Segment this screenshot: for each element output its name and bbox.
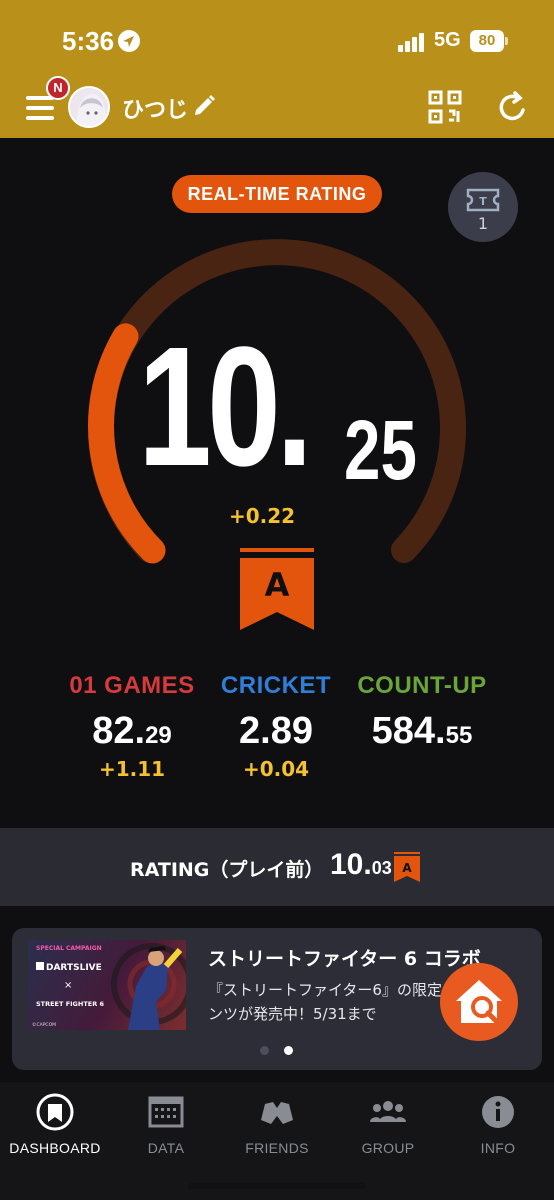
data-icon (148, 1096, 184, 1128)
stat-value: 584.55 (371, 710, 473, 752)
network-type: 5G (434, 29, 461, 51)
friends-icon (261, 1102, 293, 1124)
svg-text:SPECIAL CAMPAIGN: SPECIAL CAMPAIGN (36, 945, 102, 952)
username[interactable]: ひつじ (122, 92, 188, 124)
tab-info[interactable]: INFO (443, 1092, 553, 1156)
rating-delta: +0.22 (228, 504, 296, 528)
refresh-icon[interactable] (496, 90, 530, 124)
avatar-image-icon (70, 88, 108, 126)
svg-text:DARTSLIVE: DARTSLIVE (46, 963, 102, 973)
status-time: 5:36 (62, 26, 115, 56)
realtime-rating-label: REAL-TIME RATING (172, 175, 382, 213)
menu-button[interactable] (26, 96, 54, 120)
svg-text:STREET FIGHTER 6: STREET FIGHTER 6 (36, 1000, 104, 1008)
pencil-icon[interactable] (192, 94, 216, 118)
avatar[interactable] (68, 86, 110, 128)
location-arrow-icon (118, 30, 140, 52)
carousel-dot-active[interactable] (284, 1046, 293, 1055)
app-header: N ひつじ (0, 76, 554, 138)
qr-code-icon[interactable] (428, 90, 462, 124)
home-search-icon (456, 980, 502, 1024)
svg-text:©CAPCOM: ©CAPCOM (32, 1021, 56, 1028)
group-icon (370, 1101, 406, 1122)
battery-tip (505, 37, 508, 45)
tab-group[interactable]: GROUP (333, 1092, 443, 1156)
stat-cricket[interactable]: CRICKET 2.89 +0.04 (196, 672, 356, 781)
shop-search-button[interactable] (440, 963, 518, 1041)
pre-play-rating-label: RATING（プレイ前） (130, 859, 324, 881)
carousel-dot[interactable] (260, 1046, 269, 1055)
class-letter: A (264, 566, 290, 604)
stat-01-games[interactable]: 01 GAMES 82.29 +1.11 (52, 672, 212, 781)
stat-count-up[interactable]: COUNT-UP 584.55 (342, 672, 502, 757)
battery-level: 80 (470, 30, 504, 52)
tab-dashboard[interactable]: DASHBOARD (0, 1092, 110, 1156)
pre-play-rating-bar[interactable]: RATING（プレイ前） 10.03 A (0, 828, 554, 906)
pre-play-rating-value: 10.03 (330, 848, 392, 881)
status-bar: 5:36 5G 80 (0, 0, 554, 80)
stat-label: 01 GAMES (69, 672, 195, 699)
svg-text:A: A (402, 861, 412, 875)
tab-label: FRIENDS (245, 1140, 309, 1156)
rating-value-integer: 10. (138, 312, 313, 502)
notification-badge[interactable]: N (46, 76, 70, 100)
stat-value: 2.89 (239, 710, 313, 752)
dashboard-icon (36, 1093, 74, 1131)
stat-label: COUNT-UP (357, 672, 487, 699)
stat-delta: +0.04 (242, 757, 310, 781)
stat-label: CRICKET (220, 672, 332, 699)
rating-value-decimal: 25 (344, 403, 417, 497)
stat-value: 82.29 (92, 710, 172, 752)
svg-text:T: T (479, 195, 487, 208)
svg-text:×: × (64, 980, 72, 991)
carousel-dots[interactable] (260, 1046, 300, 1056)
cellular-signal-icon (398, 32, 428, 52)
tab-friends[interactable]: FRIENDS (222, 1092, 332, 1156)
info-icon (482, 1096, 514, 1128)
stat-delta: +1.11 (98, 757, 166, 781)
pre-play-class-flag-icon: A (394, 852, 420, 882)
tab-data[interactable]: DATA (111, 1092, 221, 1156)
campaign-image: SPECIAL CAMPAIGN DARTSLIVE × STREET FIGH… (28, 940, 186, 1030)
tab-label: DATA (147, 1140, 185, 1156)
tab-label: DASHBOARD (9, 1140, 101, 1156)
home-indicator (188, 1183, 366, 1189)
tab-label: GROUP (361, 1140, 415, 1156)
tab-label: INFO (480, 1140, 516, 1156)
